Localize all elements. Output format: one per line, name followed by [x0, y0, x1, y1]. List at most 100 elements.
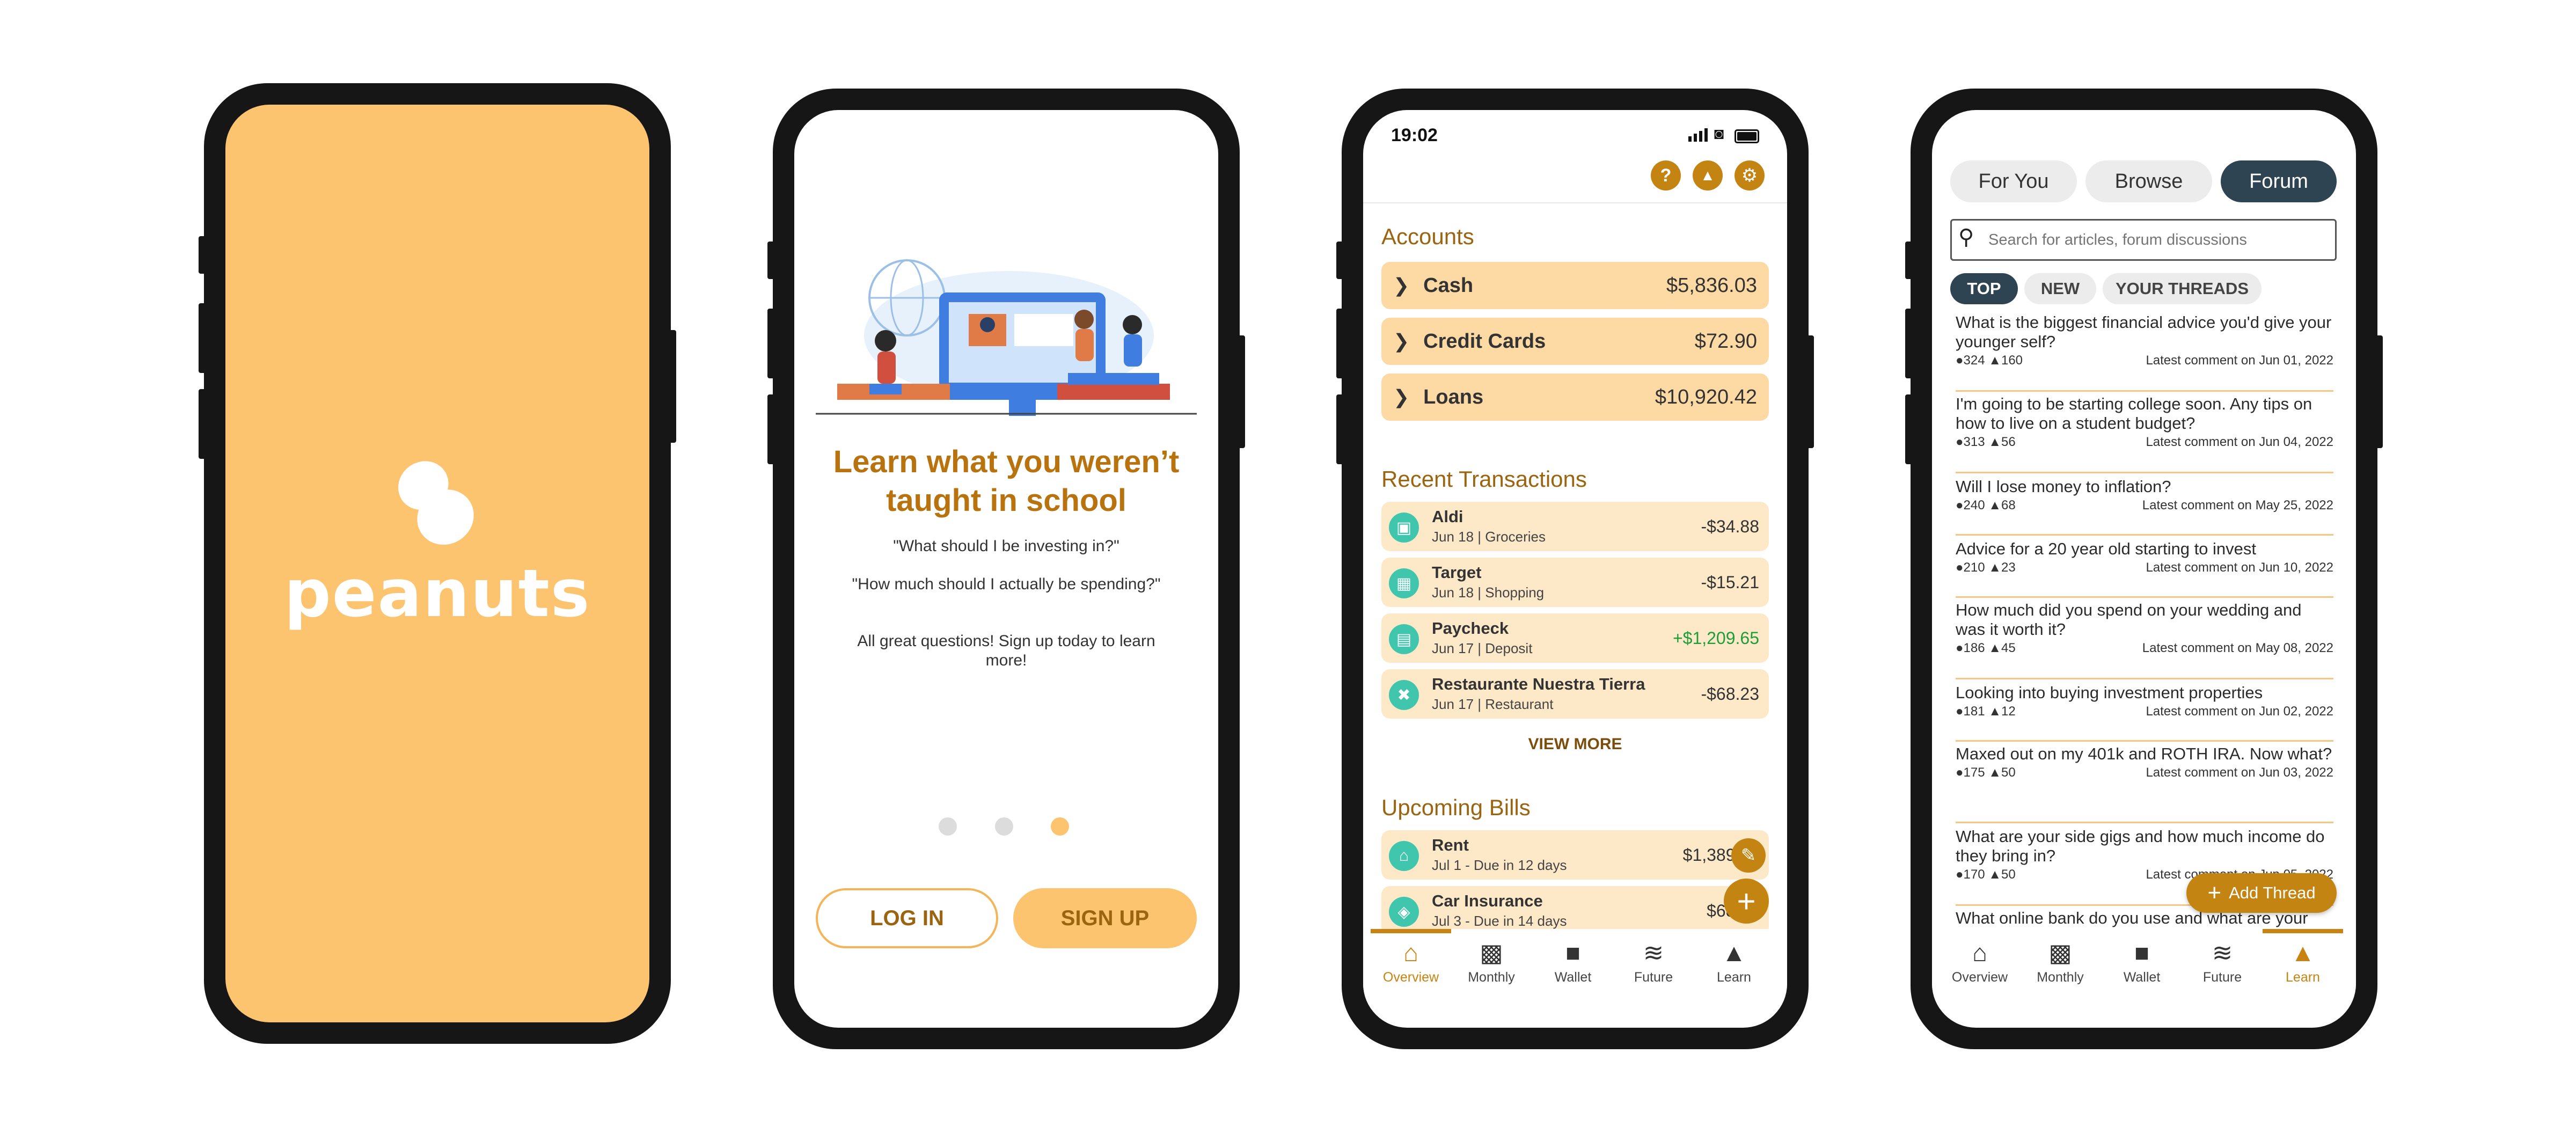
transaction-date-category: Jun 17 | Deposit — [1432, 640, 1533, 656]
latest-comment-date: Latest comment on Jun 01, 2022 — [2146, 353, 2333, 368]
account-name: Cash — [1423, 274, 1474, 297]
tab-browse[interactable]: Browse — [2085, 160, 2212, 202]
thread-item[interactable]: I'm going to be starting college soon. A… — [1956, 394, 2333, 473]
account-name: Loans — [1423, 385, 1484, 408]
bill-row[interactable]: ◈ Car Insurance Jul 3 - Due in 14 days $… — [1381, 886, 1769, 935]
bill-name: Car Insurance — [1432, 891, 1543, 910]
nav-item-monthly[interactable]: ▩ Monthly — [2020, 929, 2101, 985]
thread-item[interactable]: Looking into buying investment propertie… — [1956, 683, 2333, 742]
add-thread-button[interactable]: + Add Thread — [2186, 873, 2337, 913]
help-icon[interactable]: ? — [1651, 160, 1681, 191]
nav-item-wallet[interactable]: ■ Wallet — [1533, 929, 1613, 985]
onboarding-quote-2: "How much should I actually be spending?… — [852, 575, 1161, 593]
chevron-right-icon: ❯ — [1393, 274, 1410, 296]
header-divider — [1363, 202, 1787, 203]
like-count: 50 — [2001, 867, 2016, 882]
bill-due: Jul 1 - Due in 12 days — [1432, 857, 1567, 873]
account-row-loans[interactable]: ❯ Loans $10,920.42 — [1381, 374, 1769, 421]
status-signal-icon — [1688, 128, 1708, 142]
status-wifi-icon: ◙ — [1714, 125, 1724, 143]
transaction-row[interactable]: ▤ Paycheck Jun 17 | Deposit +$1,209.65 — [1381, 613, 1769, 663]
nav-item-future[interactable]: ≋ Future — [1613, 929, 1694, 985]
transaction-row[interactable]: ▣ Aldi Jun 18 | Groceries -$34.88 — [1381, 502, 1769, 551]
page-dot-1[interactable] — [939, 817, 957, 836]
nav-item-learn[interactable]: ▲ Learn — [1694, 929, 1774, 985]
transaction-row[interactable]: ▦ Target Jun 18 | Shopping -$15.21 — [1381, 558, 1769, 607]
comment-icon: ● — [1956, 498, 1964, 513]
login-button[interactable]: LOG IN — [816, 888, 998, 948]
splash-screen: peanuts — [225, 105, 649, 1022]
status-battery-icon — [1735, 129, 1759, 143]
comment-count: 181 — [1963, 704, 1985, 719]
nav-item-wallet[interactable]: ■ Wallet — [2102, 929, 2182, 985]
onboarding-quote-1: "What should I be investing in?" — [893, 537, 1119, 555]
transaction-name: Restaurante Nuestra Tierra — [1432, 675, 1645, 693]
nav-item-monthly[interactable]: ▩ Monthly — [1451, 929, 1532, 985]
nav-item-overview[interactable]: ⌂ Overview — [1940, 929, 2020, 985]
like-count: 56 — [2001, 435, 2016, 449]
nav-label: Wallet — [2123, 970, 2161, 985]
comment-icon: ● — [1956, 704, 1964, 719]
tab-forum[interactable]: Forum — [2221, 160, 2337, 202]
account-row-credit-cards[interactable]: ❯ Credit Cards $72.90 — [1381, 318, 1769, 365]
bill-due: Jul 3 - Due in 14 days — [1432, 913, 1567, 929]
thread-question: How much did you spend on your wedding a… — [1956, 601, 2302, 639]
transaction-row[interactable]: ✖ Restaurante Nuestra Tierra Jun 17 | Re… — [1381, 669, 1769, 719]
like-count: 50 — [2001, 765, 2016, 780]
edit-pencil-icon[interactable]: ✎ — [1731, 838, 1766, 873]
wallet-icon: ■ — [1565, 939, 1580, 967]
comment-count: 186 — [1963, 641, 1985, 655]
nav-item-overview[interactable]: ⌂ Overview — [1371, 929, 1451, 985]
account-name: Credit Cards — [1423, 330, 1546, 353]
filter-chip-top[interactable]: TOP — [1950, 273, 2018, 304]
nav-item-learn[interactable]: ▲ Learn — [2263, 929, 2343, 985]
account-row-cash[interactable]: ❯ Cash $5,836.03 — [1381, 262, 1769, 309]
thread-question: I'm going to be starting college soon. A… — [1956, 394, 2312, 433]
nav-label: Learn — [1717, 970, 1751, 985]
page-dot-2[interactable] — [995, 817, 1013, 836]
thumbs-up-icon: ▲ — [1988, 435, 2001, 449]
nav-item-future[interactable]: ≋ Future — [2182, 929, 2263, 985]
nav-label: Future — [2202, 970, 2242, 985]
forum-screen: For You Browse Forum ⚲ TOP NEW YOUR THRE… — [1932, 110, 2356, 1028]
gear-icon[interactable]: ⚙ — [1735, 160, 1765, 191]
app-logo-text: peanuts — [284, 555, 591, 632]
car-icon: ◈ — [1389, 897, 1419, 927]
page-dot-3-active[interactable] — [1051, 817, 1069, 836]
thread-item[interactable]: How much did you spend on your wedding a… — [1956, 601, 2333, 679]
filter-chip-your-threads[interactable]: YOUR THREADS — [2103, 273, 2262, 304]
add-fab-button[interactable]: + — [1724, 879, 1769, 924]
thread-item[interactable]: Advice for a 20 year old starting to inv… — [1956, 539, 2333, 598]
bell-icon[interactable]: ▲ — [1693, 160, 1723, 191]
filter-chip-new[interactable]: NEW — [2024, 273, 2096, 304]
search-field[interactable]: ⚲ — [1950, 219, 2337, 261]
like-count: 12 — [2001, 704, 2016, 719]
plus-icon: + — [2207, 880, 2222, 906]
transaction-name: Paycheck — [1432, 619, 1509, 638]
transaction-date-category: Jun 18 | Groceries — [1432, 529, 1546, 545]
like-count: 160 — [2001, 353, 2023, 368]
bank-icon: ▤ — [1389, 624, 1419, 654]
shopping-bag-icon: ▦ — [1389, 568, 1419, 598]
bill-row[interactable]: ⌂ Rent Jul 1 - Due in 12 days $1,389.00 — [1381, 830, 1769, 880]
transaction-name: Target — [1432, 563, 1482, 582]
study-illustration — [816, 259, 1197, 416]
thread-item[interactable]: Will I lose money to inflation? ●240 ▲68… — [1956, 477, 2333, 536]
view-more-link[interactable]: VIEW MORE — [1363, 735, 1787, 753]
latest-comment-date: Latest comment on Jun 10, 2022 — [2146, 560, 2333, 575]
comment-count: 175 — [1963, 765, 1985, 780]
transaction-amount: +$1,209.65 — [1672, 628, 1759, 648]
thread-item[interactable]: Maxed out on my 401k and ROTH IRA. Now w… — [1956, 744, 2333, 823]
signup-button[interactable]: SIGN UP — [1013, 888, 1197, 948]
thread-item[interactable]: What is the biggest financial advice you… — [1956, 313, 2333, 392]
tab-for-you[interactable]: For You — [1950, 160, 2077, 202]
comment-icon: ● — [1956, 353, 1964, 368]
account-amount: $5,836.03 — [1666, 274, 1757, 297]
search-input[interactable] — [1987, 226, 2328, 254]
thread-question: Looking into buying investment propertie… — [1956, 683, 2263, 702]
account-amount: $10,920.42 — [1655, 385, 1757, 408]
home-icon: ⌂ — [1972, 939, 1987, 967]
nav-label: Learn — [2286, 970, 2320, 985]
chevron-right-icon: ❯ — [1393, 330, 1410, 352]
thumbs-up-icon: ▲ — [1988, 867, 2001, 882]
